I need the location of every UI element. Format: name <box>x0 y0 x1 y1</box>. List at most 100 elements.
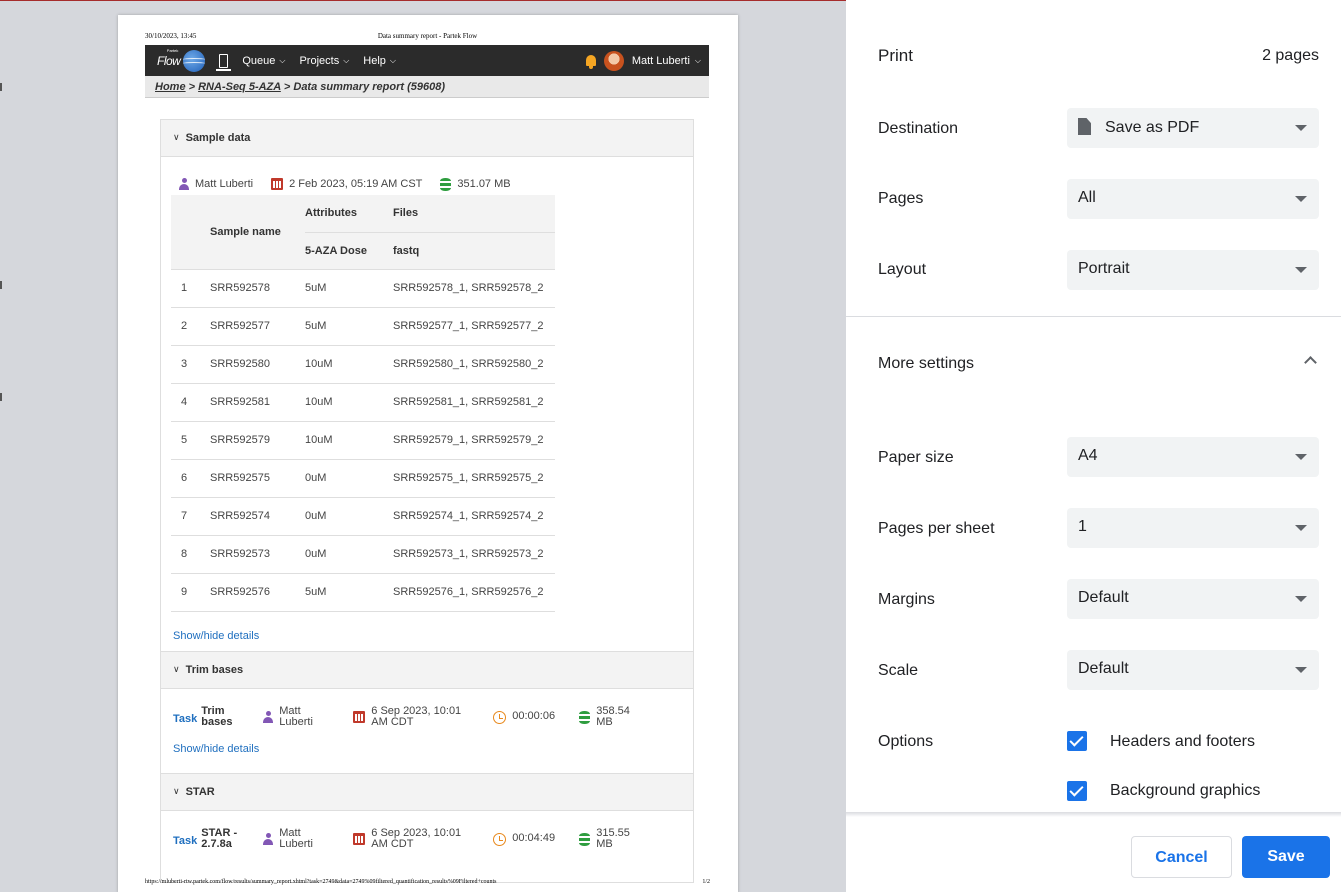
bell-icon <box>585 55 596 69</box>
preview-page: 30/10/2023, 13:45 Data summary report - … <box>118 15 738 892</box>
logo-small-text: Partek <box>166 47 179 53</box>
edge-mark <box>0 393 2 401</box>
calendar-icon <box>353 711 366 723</box>
cancel-button[interactable]: Cancel <box>1131 836 1232 878</box>
row-files: SRR592574_1, SRR592574_2 <box>393 496 555 535</box>
chevron-down-icon: ⌵ <box>389 55 396 65</box>
trim-bases-section: ∨ Trim bases Task Trim bases Matt Luberti … <box>160 651 694 774</box>
row-index: 4 <box>171 382 210 421</box>
section-title: STAR <box>185 786 215 798</box>
section-header: ∨ Sample data <box>161 120 693 157</box>
row-dose: 10uM <box>305 344 393 383</box>
nav-help-label: Help <box>363 54 386 67</box>
scroll-divider <box>846 812 1341 817</box>
chevron-down-icon: ⌵ <box>279 55 286 65</box>
server-icon <box>216 53 232 71</box>
background-graphics-label[interactable]: Background graphics <box>1110 782 1260 800</box>
trim-footer: Show/hide details <box>161 739 693 757</box>
row-dose: 5uM <box>305 572 393 611</box>
breadcrumb-project: RNA-Seq 5-AZA <box>198 81 281 93</box>
meta-size: 351.07 MB <box>457 178 511 190</box>
table-row: 2 SRR592577 5uM SRR592577_1, SRR592577_2 <box>171 306 555 345</box>
pages-select[interactable]: All <box>1067 179 1319 219</box>
section-title: Trim bases <box>185 664 244 676</box>
headers-footers-checkbox[interactable] <box>1067 731 1087 751</box>
options-label: Options <box>878 733 934 750</box>
chevron-down-icon: ∨ <box>173 664 180 674</box>
row-dose: 0uM <box>305 496 393 535</box>
row-sample-name: SRR592575 <box>210 458 305 497</box>
row-index: 5 <box>171 420 210 459</box>
task-row: Task Trim bases Matt Luberti 6 Sep 2023, 1… <box>161 689 693 739</box>
column-index <box>171 195 210 269</box>
sample-data-footer: Show/hide details <box>171 611 555 644</box>
column-fastq: fastq <box>393 232 555 269</box>
scale-label: Scale <box>878 662 919 679</box>
nav-queue: Queue ⌵ <box>242 55 285 67</box>
task-user-line: Luberti <box>279 838 313 850</box>
margins-select[interactable]: Default <box>1067 579 1319 619</box>
user-icon <box>263 711 274 723</box>
table-row: 7 SRR592574 0uM SRR592574_1, SRR592574_2 <box>171 496 555 535</box>
background-graphics-checkbox[interactable] <box>1067 781 1087 801</box>
chevron-down-icon: ∨ <box>173 786 180 796</box>
row-index: 7 <box>171 496 210 535</box>
print-preview-area: 30/10/2023, 13:45 Data summary report - … <box>0 0 846 892</box>
show-hide-details-link: Show/hide details <box>173 630 260 642</box>
database-icon <box>579 833 591 846</box>
table-row: 1 SRR592578 5uM SRR592578_1, SRR592578_2 <box>171 268 555 307</box>
task-label: Task <box>173 835 198 847</box>
divider <box>846 316 1341 317</box>
section-header: ∨ STAR <box>161 774 693 811</box>
scale-value: Default <box>1078 660 1129 677</box>
app-navbar: Partek Flow Queue ⌵ Projects ⌵ Help ⌵ Matt … <box>145 45 709 76</box>
task-size-line: MB <box>596 716 613 728</box>
task-duration-value: 00:00:06 <box>512 710 556 722</box>
pages-per-sheet-select[interactable]: 1 <box>1067 508 1319 548</box>
footer-page-number: 1/2 <box>702 879 710 885</box>
user-icon <box>179 178 189 190</box>
layout-select[interactable]: Portrait <box>1067 250 1319 290</box>
task-name: STAR -2.7.8a <box>201 828 263 850</box>
edge-mark <box>0 83 2 91</box>
page-header: 30/10/2023, 13:45 Data summary report - … <box>145 32 710 40</box>
task-label: Task <box>173 713 198 725</box>
destination-select[interactable]: Save as PDF <box>1067 108 1319 148</box>
sample-data-section: ∨ Sample data Matt Luberti 2 Feb 2023, 0… <box>160 119 694 652</box>
table-row: 4 SRR592581 10uM SRR592581_1, SRR592581_2 <box>171 382 555 421</box>
nav-queue-label: Queue <box>242 54 276 67</box>
row-sample-name: SRR592581 <box>210 382 305 421</box>
samples-table: Sample name Attributes Files 5-AZA Dose … <box>171 195 555 611</box>
task-size: 358.54 MB <box>579 706 630 728</box>
database-icon <box>440 177 452 191</box>
more-settings-toggle[interactable]: More settings <box>878 355 974 373</box>
row-index: 9 <box>171 572 210 611</box>
paper-size-value: A4 <box>1078 447 1098 464</box>
task-row: Task STAR -2.7.8a Matt Luberti 6 Sep 2023… <box>161 811 693 861</box>
row-sample-name: SRR592576 <box>210 572 305 611</box>
footer-url: https://mluberti-rtw.partek.com/flow/res… <box>145 879 497 885</box>
row-files: SRR592580_1, SRR592580_2 <box>393 344 555 383</box>
scale-select[interactable]: Default <box>1067 650 1319 690</box>
column-dose: 5-AZA Dose <box>305 232 393 269</box>
task-date-line: AM CDT <box>371 838 414 850</box>
calendar-icon <box>353 833 366 845</box>
dropdown-arrow-icon <box>1295 454 1307 460</box>
task-user: Matt Luberti <box>263 828 353 850</box>
save-button[interactable]: Save <box>1242 836 1330 878</box>
paper-size-select[interactable]: A4 <box>1067 437 1319 477</box>
partek-flow-logo: Partek Flow <box>157 47 206 72</box>
task-date-line: AM CDT <box>371 716 414 728</box>
dropdown-arrow-icon <box>1295 267 1307 273</box>
task-date: 6 Sep 2023, 10:01 AM CDT <box>353 828 493 850</box>
user-icon <box>263 833 274 845</box>
headers-footers-label[interactable]: Headers and footers <box>1110 733 1255 751</box>
row-index: 1 <box>171 268 210 307</box>
row-sample-name: SRR592577 <box>210 306 305 345</box>
star-section: ∨ STAR Task STAR -2.7.8a Matt Luberti 6 S… <box>160 773 694 883</box>
row-files: SRR592576_1, SRR592576_2 <box>393 572 555 611</box>
breadcrumb-home: Home <box>155 81 186 93</box>
chevron-up-icon[interactable] <box>1304 356 1317 369</box>
show-hide-details-link: Show/hide details <box>173 743 260 755</box>
task-user: Matt Luberti <box>263 706 353 728</box>
